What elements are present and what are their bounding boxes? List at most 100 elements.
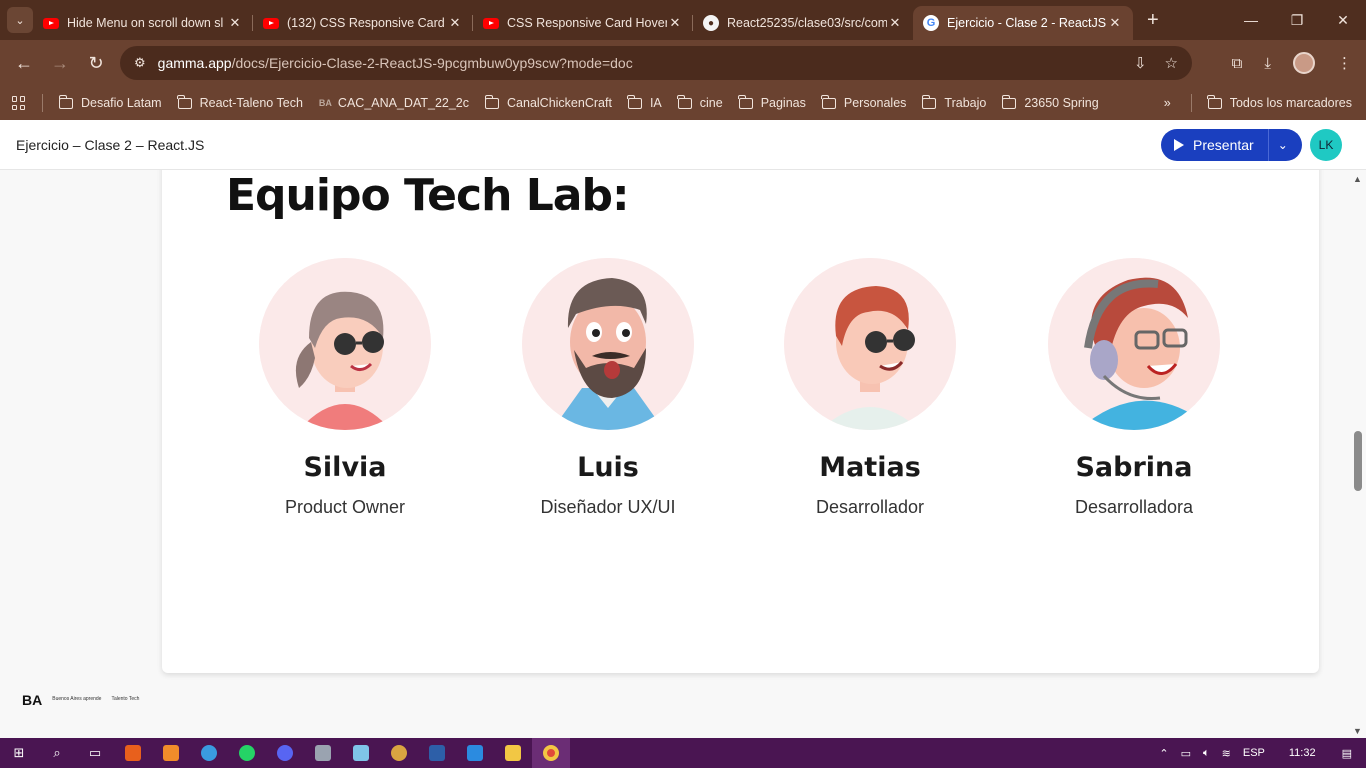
ba-logo: BA — [22, 692, 43, 708]
folder-icon — [58, 94, 73, 109]
browser-tab[interactable]: Hide Menu on scroll down sl ✕ — [33, 6, 253, 40]
close-icon[interactable]: ✕ — [227, 15, 243, 31]
scrollbar-thumb[interactable] — [1354, 431, 1362, 491]
user-avatar[interactable]: LK — [1310, 129, 1342, 161]
chrome-icon[interactable] — [532, 738, 570, 768]
close-icon[interactable]: ✕ — [887, 15, 903, 31]
language-indicator[interactable]: ESP — [1243, 747, 1265, 759]
new-tab-button[interactable]: + — [1147, 9, 1159, 32]
windows-start-icon[interactable]: ⊞ — [0, 738, 38, 768]
bookmark-link[interactable]: BA CAC_ANA_DAT_22_2c — [319, 96, 469, 110]
bookmark-label: Paginas — [760, 96, 806, 110]
present-button[interactable]: Presentar ⌄ — [1161, 129, 1302, 161]
bookmark-label: Todos los marcadores — [1229, 96, 1352, 110]
windows-taskbar: ⊞ ⌕ ▭ ⌃ ▭ 🔈︎ ≋ ESP 11:32 ▤ — [0, 738, 1366, 768]
bookmark-folder[interactable]: cine — [677, 94, 723, 110]
browser-toolbar: ← → ↻ ⚙ gamma.app/docs/Ejercicio-Clase-2… — [0, 40, 1366, 86]
ba-aprende-logo: Buenos Aires aprende — [52, 696, 102, 703]
url-text[interactable]: gamma.app/docs/Ejercicio-Clase-2-ReactJS… — [158, 55, 633, 71]
tab-title: Ejercicio - Clase 2 - ReactJS — [947, 16, 1107, 30]
footer-logos: BA Buenos Aires aprende Talento Tech — [22, 692, 139, 708]
close-icon[interactable]: ✕ — [447, 15, 463, 31]
profile-avatar[interactable] — [1293, 52, 1315, 74]
system-tray: ⌃ ▭ 🔈︎ ≋ ESP 11:32 ▤ — [1159, 738, 1366, 768]
member-role: Diseñador UX/UI — [540, 497, 676, 517]
browser-tab[interactable]: ● React25235/clase03/src/com ✕ — [693, 6, 913, 40]
wifi-icon[interactable]: ≋ — [1222, 747, 1231, 760]
browser-tab-strip: ⌄ Hide Menu on scroll down sl ✕ (132) CS… — [0, 0, 1366, 40]
doc-header: Ejercicio – Clase 2 – React.JS Presentar… — [0, 120, 1366, 170]
doc-title[interactable]: Ejercicio – Clase 2 – React.JS — [16, 137, 204, 153]
team-member-card: Silvia Product Owner — [235, 258, 455, 518]
doc-viewport: Equipo Tech Lab: Silvia Product Owner Lu… — [0, 170, 1366, 738]
vscode-icon[interactable] — [456, 738, 494, 768]
member-name: Matias — [819, 452, 921, 483]
bookmark-folder[interactable]: 23650 Spring — [1001, 94, 1099, 110]
bookmark-folder[interactable]: IA — [627, 94, 662, 110]
bookmark-label: Trabajo — [944, 96, 987, 110]
app-icon[interactable] — [114, 738, 152, 768]
kebab-menu-icon[interactable]: ⋮ — [1337, 54, 1352, 72]
close-window-icon[interactable]: ✕ — [1320, 0, 1366, 40]
calculator-icon[interactable] — [304, 738, 342, 768]
site-settings-icon[interactable]: ⚙ — [134, 55, 146, 71]
close-icon[interactable]: ✕ — [667, 15, 683, 31]
downloads-icon[interactable]: ⤓ — [1264, 55, 1271, 72]
forward-arrow-icon[interactable]: → — [42, 53, 78, 74]
clock[interactable]: 11:32 — [1289, 747, 1316, 759]
bookmark-label: 23650 Spring — [1024, 96, 1099, 110]
file-explorer-icon[interactable] — [494, 738, 532, 768]
folder-icon — [1001, 94, 1017, 109]
restore-icon[interactable]: ❐ — [1274, 0, 1320, 40]
notifications-icon[interactable]: ▤ — [1342, 747, 1352, 760]
network-icon[interactable]: ▭ — [1181, 747, 1191, 760]
search-icon[interactable]: ⌕ — [38, 738, 76, 768]
minimize-icon[interactable]: — — [1228, 0, 1274, 40]
notepad-icon[interactable] — [342, 738, 380, 768]
bookmark-folder[interactable]: Trabajo — [921, 94, 987, 110]
bookmark-folder[interactable]: Paginas — [738, 94, 806, 110]
app-icon[interactable] — [190, 738, 228, 768]
window-controls: — ❐ ✕ — [1228, 0, 1366, 40]
divider — [1190, 94, 1192, 112]
tab-title: React25235/clase03/src/com — [727, 16, 887, 30]
install-app-icon[interactable]: ⇩ — [1134, 54, 1147, 72]
app-icon[interactable] — [152, 738, 190, 768]
discord-icon[interactable] — [266, 738, 304, 768]
address-bar[interactable]: ⚙ gamma.app/docs/Ejercicio-Clase-2-React… — [120, 46, 1192, 80]
paint-icon[interactable] — [380, 738, 418, 768]
youtube-icon — [483, 15, 499, 31]
tab-search-button[interactable]: ⌄ — [7, 7, 33, 33]
member-name: Luis — [577, 452, 639, 483]
tab-title: CSS Responsive Card Hover — [507, 16, 667, 30]
vertical-scrollbar[interactable]: ▲ ▼ — [1350, 170, 1366, 738]
avatar-illustration-sabrina — [1048, 258, 1220, 430]
extensions-icon[interactable]: ⧉ — [1232, 55, 1243, 72]
tab-title: (132) CSS Responsive Card H — [287, 16, 447, 30]
more-bookmarks-icon[interactable]: » — [1164, 96, 1171, 110]
app-icon[interactable] — [418, 738, 456, 768]
bookmark-folder[interactable]: CanalChickenCraft — [484, 94, 612, 110]
bookmark-folder[interactable]: Desafio Latam — [58, 94, 162, 110]
folder-icon — [627, 94, 642, 109]
bookmark-folder[interactable]: Personales — [821, 94, 906, 110]
volume-icon[interactable]: 🔈︎ — [1203, 747, 1210, 760]
browser-tab-active[interactable]: G Ejercicio - Clase 2 - ReactJS ✕ — [913, 6, 1133, 40]
task-view-icon[interactable]: ▭ — [76, 738, 114, 768]
all-bookmarks-folder[interactable]: Todos los marcadores — [1207, 94, 1352, 110]
reload-icon[interactable]: ↻ — [78, 53, 114, 74]
chevron-up-icon[interactable]: ⌃ — [1159, 747, 1168, 760]
folder-icon — [177, 94, 192, 109]
bookmark-folder[interactable]: React-Taleno Tech — [177, 94, 303, 110]
close-icon[interactable]: ✕ — [1107, 15, 1123, 31]
browser-tab[interactable]: CSS Responsive Card Hover ✕ — [473, 6, 693, 40]
google-icon: G — [923, 15, 939, 31]
whatsapp-icon[interactable] — [228, 738, 266, 768]
browser-tab[interactable]: (132) CSS Responsive Card H ✕ — [253, 6, 473, 40]
scroll-down-icon[interactable]: ▼ — [1353, 726, 1362, 736]
bookmark-star-icon[interactable]: ☆ — [1165, 54, 1178, 72]
scroll-up-icon[interactable]: ▲ — [1353, 174, 1362, 184]
back-arrow-icon[interactable]: ← — [6, 53, 42, 74]
apps-grid-icon[interactable] — [12, 96, 26, 110]
chevron-down-icon[interactable]: ⌄ — [1278, 138, 1288, 152]
